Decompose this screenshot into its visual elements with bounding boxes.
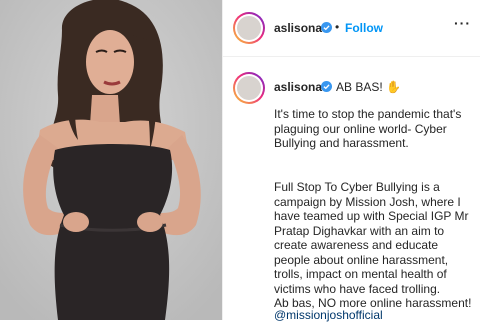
caption-username[interactable]: aslisona xyxy=(274,80,322,94)
more-options-icon[interactable]: ··· xyxy=(454,15,471,31)
post-side-panel: aslisona • Follow ··· aslisona AB BAS! ✋… xyxy=(222,0,480,322)
post-image[interactable] xyxy=(0,0,222,320)
author-avatar[interactable] xyxy=(233,12,265,44)
author-username[interactable]: aslisona xyxy=(274,21,322,35)
verified-badge-icon xyxy=(321,81,332,92)
caption-headline: AB BAS! ✋ xyxy=(336,80,401,94)
post-header: aslisona • Follow ··· xyxy=(223,0,480,57)
woman-photo xyxy=(0,0,222,320)
caption-paragraph-2-text: Full Stop To Cyber Bullying is a campaig… xyxy=(274,180,469,296)
caption-paragraph-1: It's time to stop the pandemic that's pl… xyxy=(274,107,462,150)
follow-button[interactable]: Follow xyxy=(345,21,383,35)
caption-paragraph-2: Full Stop To Cyber Bullying is a campaig… xyxy=(274,180,474,311)
caption-avatar[interactable] xyxy=(233,72,265,104)
verified-badge-icon xyxy=(321,22,332,33)
separator-dot: • xyxy=(335,20,340,34)
